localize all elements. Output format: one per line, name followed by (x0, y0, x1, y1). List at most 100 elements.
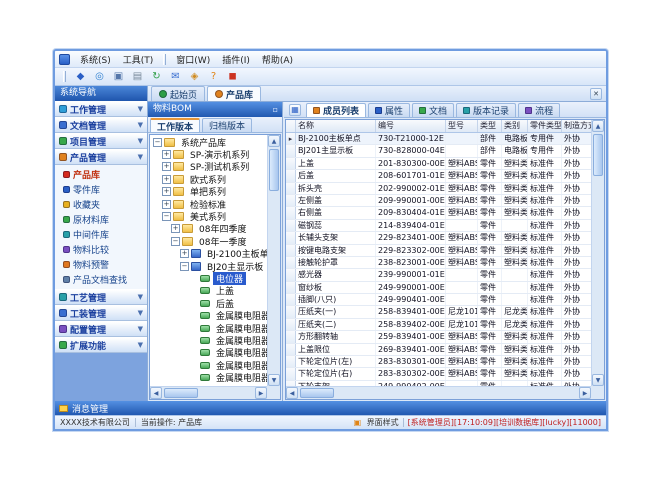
scroll-left-icon[interactable]: ◀ (286, 387, 298, 399)
sidebar-group-工艺管理[interactable]: 工艺管理▼ (55, 289, 147, 305)
sidebar-group-扩展功能[interactable]: 扩展功能▼ (55, 337, 147, 353)
tree-node-检验标准[interactable]: +检验标准 (150, 198, 267, 210)
expand-expander[interactable]: + (171, 224, 180, 233)
table-row[interactable]: 左侧盖209-990001-00E塑料ABS零件塑料类标准件外协条 (286, 195, 591, 207)
menu-item-5[interactable]: 帮助(A) (256, 51, 299, 68)
tree-node-金属膜电阻器[interactable]: 金属膜电阻器 (150, 322, 267, 334)
message-panel-header[interactable]: 消息管理 (55, 401, 606, 415)
expand-expander[interactable]: + (162, 187, 171, 196)
tree-node-金属膜电阻器[interactable]: 金属膜电阻器 (150, 309, 267, 321)
tree-node-金属膜电阻器[interactable]: 金属膜电阻器 (150, 347, 267, 359)
sidebar-group-产品管理[interactable]: 产品管理▼ (55, 149, 147, 165)
collapse-expander[interactable]: − (162, 212, 171, 221)
tree-node-SP-演示机系列[interactable]: +SP-演示机系列 (150, 148, 267, 160)
grid-vscrollbar[interactable]: ▲ ▼ (591, 120, 604, 386)
vscroll-thumb[interactable] (593, 134, 603, 176)
expand-expander[interactable]: + (180, 249, 189, 258)
tree-node-美式系列[interactable]: −美式系列 (150, 210, 267, 222)
expand-expander[interactable]: + (162, 175, 171, 184)
detail-tab-流程[interactable]: 流程 (518, 103, 560, 117)
print-button[interactable]: ▤ (129, 69, 146, 84)
scroll-right-icon[interactable]: ▶ (255, 387, 267, 399)
tab-起始页[interactable]: 起始页 (151, 86, 205, 101)
table-row[interactable]: 接触轮护罩238-823001-00E塑料ABS零件塑料类标准件外协条 (286, 257, 591, 269)
scroll-up-icon[interactable]: ▲ (268, 135, 280, 147)
tree-node-单把系列[interactable]: +单把系列 (150, 186, 267, 198)
lock-button[interactable]: ◈ (186, 69, 203, 84)
column-header-名称[interactable]: 名称 (296, 120, 376, 132)
tree-node-上盖[interactable]: 上盖 (150, 285, 267, 297)
grid-menu-icon[interactable]: ▦ (289, 104, 301, 116)
scroll-down-icon[interactable]: ▼ (592, 374, 604, 386)
detail-tab-成员列表[interactable]: 成员列表 (306, 103, 366, 117)
menu-toolbar-grip[interactable] (163, 54, 166, 65)
exit-button[interactable]: ◼ (224, 69, 241, 84)
mail-button[interactable]: ✉ (167, 69, 184, 84)
system-button[interactable]: ◆ (72, 69, 89, 84)
collapse-expander[interactable]: − (171, 237, 180, 246)
table-row[interactable]: 下轮定位片(右)283-830302-00E塑料ABS零件塑料类标准件外协条 (286, 368, 591, 380)
grid-hscrollbar[interactable]: ◀ ▶ (286, 386, 591, 399)
vscroll-thumb[interactable] (269, 149, 279, 191)
sidebar-group-文档管理[interactable]: 文档管理▼ (55, 117, 147, 133)
scroll-down-icon[interactable]: ▼ (268, 374, 280, 386)
sidebar-item-物料预警[interactable]: 物料预警 (55, 257, 147, 272)
menu-item-4[interactable]: 插件(I) (216, 51, 256, 68)
save-button[interactable]: ▣ (110, 69, 127, 84)
bom-tree-vscrollbar[interactable]: ▲ ▼ (267, 135, 280, 386)
hscroll-thumb[interactable] (300, 388, 334, 398)
tree-node-BJ20主显示板[interactable]: −BJ20主显示板 (150, 260, 267, 272)
collapse-expander[interactable]: − (180, 262, 189, 271)
table-row[interactable]: 拆头壳202-990002-01E塑料ABS零件塑料类标准件外协条 (286, 183, 591, 195)
help-button[interactable]: ? (205, 69, 222, 84)
expand-expander[interactable]: + (162, 162, 171, 171)
version-tab-工作版本[interactable]: 工作版本 (150, 118, 200, 132)
version-tab-归档版本[interactable]: 归档版本 (202, 118, 252, 132)
table-row[interactable]: 长辅头支架229-823401-00E塑料ABS零件塑料类标准件外协条 (286, 232, 591, 244)
tree-node-欧式系列[interactable]: +欧式系列 (150, 173, 267, 185)
sidebar-item-零件库[interactable]: 零件库 (55, 182, 147, 197)
table-row[interactable]: ▸BJ-2100主板单点730-T21000-12E部件电路板专用件外协颗 (286, 133, 591, 145)
column-header-类别[interactable]: 类别 (502, 120, 528, 132)
sidebar-group-项目管理[interactable]: 项目管理▼ (55, 133, 147, 149)
tree-node-金属膜电阻器[interactable]: 金属膜电阻器 (150, 359, 267, 371)
sidebar-item-产品库[interactable]: 产品库 (55, 167, 147, 182)
table-row[interactable]: 右侧盖209-830404-01E塑料ABS零件塑料类标准件外协条 (286, 207, 591, 219)
toolbar-grip[interactable] (63, 71, 66, 82)
tab-产品库[interactable]: 产品库 (207, 86, 261, 101)
tree-node-08年四季度[interactable]: +08年四季度 (150, 223, 267, 235)
tree-node-后盖[interactable]: 后盖 (150, 297, 267, 309)
table-row[interactable]: 方形翻转轴259-839401-00E塑料ABS零件塑料类标准件外协条 (286, 331, 591, 343)
table-row[interactable]: 上盖限位269-839401-00E塑料ABS零件塑料类标准件外协条 (286, 344, 591, 356)
bom-tree-hscrollbar[interactable]: ◀ ▶ (150, 386, 267, 399)
tree-node-SP-测试机系列[interactable]: +SP-测试机系列 (150, 161, 267, 173)
detail-tab-版本记录[interactable]: 版本记录 (456, 103, 516, 117)
hscroll-thumb[interactable] (164, 388, 198, 398)
column-header-型号[interactable]: 型号 (446, 120, 478, 132)
expand-expander[interactable]: + (162, 200, 171, 209)
scroll-up-icon[interactable]: ▲ (592, 120, 604, 132)
column-header-零件类型[interactable]: 零件类型 (528, 120, 562, 132)
sidebar-item-原材料库[interactable]: 原材料库 (55, 212, 147, 227)
table-row[interactable]: 上盖201-830300-00E塑料ABS零件塑料类标准件外协条 (286, 158, 591, 170)
expand-expander[interactable]: + (162, 150, 171, 159)
table-row[interactable]: 下轮定位片(左)283-830301-00E塑料ABS零件塑料类标准件外协条 (286, 356, 591, 368)
search-button[interactable]: ◎ (91, 69, 108, 84)
detail-tab-文档[interactable]: 文档 (412, 103, 454, 117)
table-row[interactable]: 压纸夹(二)258-839402-00E尼龙1010零件尼龙类标准件外协条 (286, 319, 591, 331)
tree-node-金属膜电阻器[interactable]: 金属膜电阻器 (150, 334, 267, 346)
menu-item-3[interactable]: 窗口(W) (170, 51, 216, 68)
sidebar-item-产品文档查找[interactable]: 产品文档查找 (55, 272, 147, 287)
table-row[interactable]: BJ201主显示板730-828000-04E部件电路板专用件外协颗 (286, 145, 591, 157)
tree-node-电位器[interactable]: 电位器 (150, 272, 267, 284)
sidebar-group-工作管理[interactable]: 工作管理▼ (55, 101, 147, 117)
tree-node-BJ-2100主板单点[interactable]: +BJ-2100主板单点 (150, 248, 267, 260)
sidebar-item-物料比较[interactable]: 物料比较 (55, 242, 147, 257)
table-row[interactable]: 压纸夹(一)258-839401-00E尼龙1010零件尼龙类标准件外协条 (286, 306, 591, 318)
sidebar-group-配置管理[interactable]: 配置管理▼ (55, 321, 147, 337)
column-header-类型[interactable]: 类型 (478, 120, 502, 132)
menu-item-1[interactable]: 系统(S) (74, 51, 117, 68)
table-row[interactable]: 磁钢蕊214-839404-01E零件标准件外协条 (286, 220, 591, 232)
table-row[interactable]: 窗纱板249-990001-00E零件标准件外协条 (286, 282, 591, 294)
table-row[interactable]: 按键电路支架229-823302-00E塑料ABS零件塑料类标准件外协条 (286, 245, 591, 257)
